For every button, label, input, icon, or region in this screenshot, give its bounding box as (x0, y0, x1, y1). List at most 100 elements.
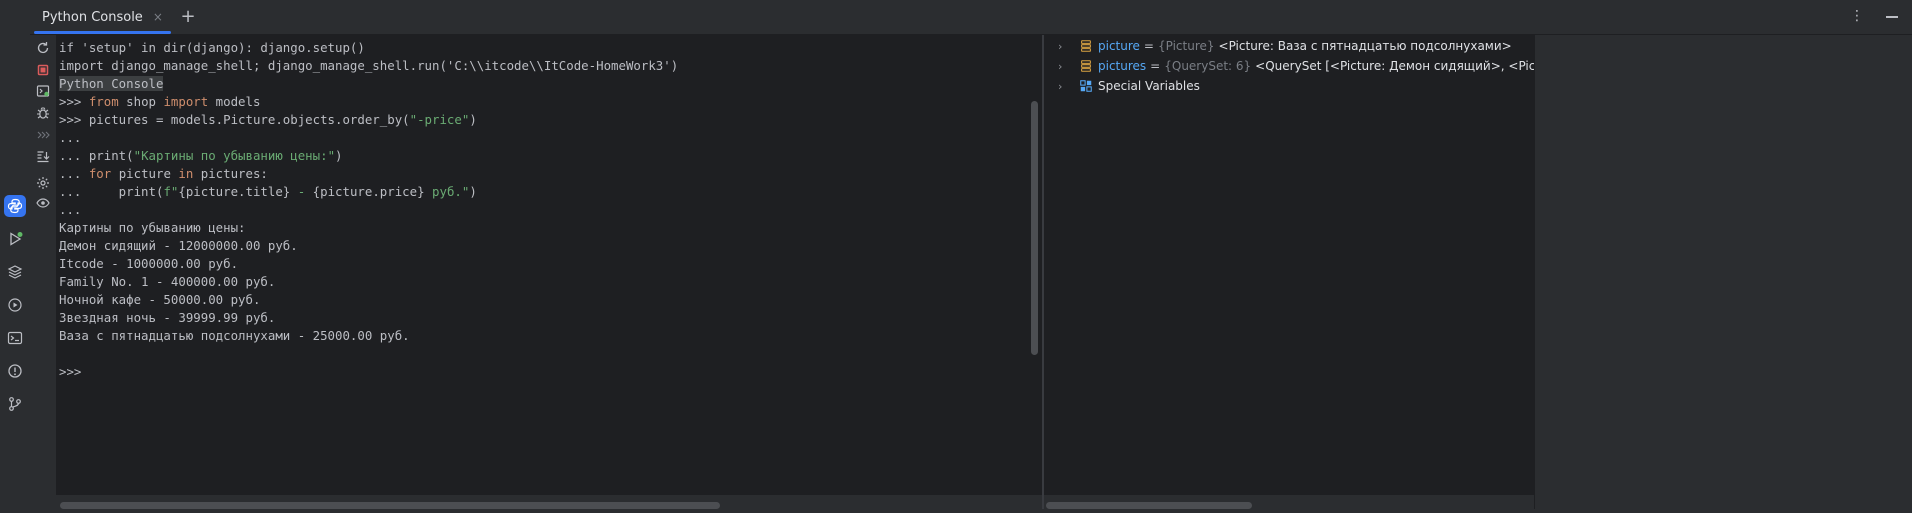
console-line: ... (59, 201, 678, 219)
close-icon[interactable]: × (153, 10, 163, 24)
show-variables-icon[interactable] (35, 195, 51, 211)
services-icon[interactable] (4, 294, 26, 316)
left-tool-stripe (0, 0, 31, 513)
problems-icon[interactable] (4, 360, 26, 382)
debugger-icon[interactable] (35, 105, 51, 121)
tab-label: Python Console (42, 9, 143, 25)
console-toolbar (30, 35, 56, 513)
object-icon (1078, 58, 1094, 74)
console-token: import django_manage_shell; django_manag… (59, 58, 679, 73)
console-token: ... (59, 130, 82, 145)
console-line: ... (59, 129, 678, 147)
console-line: Картины по убыванию цены: (59, 219, 678, 237)
console-line: ... for picture in pictures: (59, 165, 678, 183)
console-token: in (178, 166, 194, 181)
console-history-icon[interactable] (35, 83, 51, 99)
variables-panel: › picture = {Picture} <Picture: Ваза с пятна… (1044, 35, 1534, 495)
variable-row[interactable]: › pictures = {QuerySet: 6} <QuerySet [<Pictu… (1044, 56, 1534, 76)
variable-equals: = (1150, 59, 1161, 73)
console-token: - (290, 184, 313, 199)
add-console-icon[interactable]: + (178, 6, 198, 27)
console-line: ... print("Картины по убыванию цены:") (59, 147, 678, 165)
run-icon[interactable] (4, 228, 26, 250)
console-output[interactable]: if 'setup' in dir(django): django.setup(… (56, 35, 1042, 495)
python-console-icon[interactable] (4, 195, 26, 217)
special-variables-icon (1078, 78, 1094, 94)
console-token: ) (469, 184, 477, 199)
console-token: for (88, 166, 112, 181)
console-token: import (163, 94, 209, 109)
scroll-to-end-icon[interactable] (35, 148, 51, 164)
bottom-border (30, 509, 1912, 513)
console-line: if 'setup' in dir(django): django.setup(… (59, 39, 678, 57)
console-token: pictures: (193, 166, 268, 181)
console-token: Itcode - 1000000.00 руб. (59, 256, 239, 271)
more-options-icon[interactable]: ⋮ (1850, 8, 1864, 24)
console-token: Family No. 1 - 400000.00 руб. (59, 274, 276, 289)
console-token: ... (59, 166, 89, 181)
settings-icon[interactable] (35, 175, 51, 191)
console-token: >>> (59, 94, 89, 109)
rerun-icon[interactable] (35, 40, 51, 56)
expand-chevron-icon[interactable]: › (1058, 40, 1072, 53)
console-token: "Картины по убыванию цены:" (133, 148, 336, 163)
tool-window-header: Python Console × + ⋮ (30, 0, 1912, 35)
console-line: Ваза с пятнадцатью подсолнухами - 25000.… (59, 327, 678, 345)
layers-icon[interactable] (4, 261, 26, 283)
console-line: Family No. 1 - 400000.00 руб. (59, 273, 678, 291)
variable-value: <QuerySet [<Picture: Демон сидящий>, <Pi… (1255, 59, 1534, 73)
console-line: ... print(f"{picture.title} - {picture.p… (59, 183, 678, 201)
variable-type: {QuerySet: 6} (1164, 59, 1252, 73)
variable-row[interactable]: › Special Variables (1044, 76, 1200, 96)
git-icon[interactable] (4, 393, 26, 415)
console-line: >>> (59, 363, 678, 381)
console-token: shop (118, 94, 164, 109)
console-token: ... print( (59, 184, 164, 199)
variable-equals: = (1143, 39, 1154, 53)
show-more-icon[interactable] (35, 127, 51, 143)
console-vertical-scrollbar[interactable] (1031, 101, 1038, 355)
variable-type: {Picture} (1157, 39, 1215, 53)
expand-chevron-icon[interactable]: › (1058, 60, 1072, 73)
console-token: {picture.price} (312, 184, 425, 199)
variables-horizontal-scrollbar[interactable] (1046, 502, 1252, 509)
variable-name: pictures (1098, 59, 1147, 73)
console-line: Демон сидящий - 12000000.00 руб. (59, 237, 678, 255)
console-token: "-price" (409, 112, 470, 127)
console-token: Демон сидящий - 12000000.00 руб. (59, 238, 298, 253)
console-token: models (208, 94, 261, 109)
console-token: Звездная ночь - 39999.99 руб. (59, 310, 276, 325)
variable-value: <Picture: Ваза с пятнадцатью подсолнухам… (1218, 39, 1512, 53)
console-token: >>> pictures = models.Picture.objects.or… (59, 112, 410, 127)
console-token: Ночной кафе - 50000.00 руб. (59, 292, 261, 307)
console-line: Звездная ночь - 39999.99 руб. (59, 309, 678, 327)
console-line: Itcode - 1000000.00 руб. (59, 255, 678, 273)
console-line: Ночной кафе - 50000.00 руб. (59, 291, 678, 309)
console-token: if 'setup' in dir(django): django.setup(… (59, 40, 365, 55)
console-horizontal-scrollbar[interactable] (60, 502, 720, 509)
console-token: >>> (59, 364, 82, 379)
console-token: picture (111, 166, 179, 181)
object-icon (1078, 38, 1094, 54)
console-token: ) (469, 112, 477, 127)
console-lines: if 'setup' in dir(django): django.setup(… (59, 39, 678, 381)
console-token: Ваза с пятнадцатью подсолнухами - 25000.… (59, 328, 410, 343)
tab-python-console[interactable]: Python Console × (30, 0, 175, 34)
console-token: Картины по убыванию цены: (59, 220, 246, 235)
console-line: >>> from shop import models (59, 93, 678, 111)
minimize-icon[interactable] (1886, 16, 1898, 18)
stop-icon[interactable] (35, 62, 51, 78)
variable-row[interactable]: › picture = {Picture} <Picture: Ваза с пятна… (1044, 36, 1512, 56)
console-token: ... (59, 202, 82, 217)
console-token: ... print( (59, 148, 134, 163)
console-line: import django_manage_shell; django_manag… (59, 57, 678, 75)
console-token: руб." (424, 184, 470, 199)
console-token: from (88, 94, 119, 109)
active-tab-indicator (34, 31, 171, 34)
console-token: Python Console (59, 76, 164, 91)
console-token: ) (335, 148, 343, 163)
expand-chevron-icon[interactable]: › (1058, 80, 1072, 93)
terminal-icon[interactable] (4, 327, 26, 349)
variable-name: picture (1098, 39, 1140, 53)
